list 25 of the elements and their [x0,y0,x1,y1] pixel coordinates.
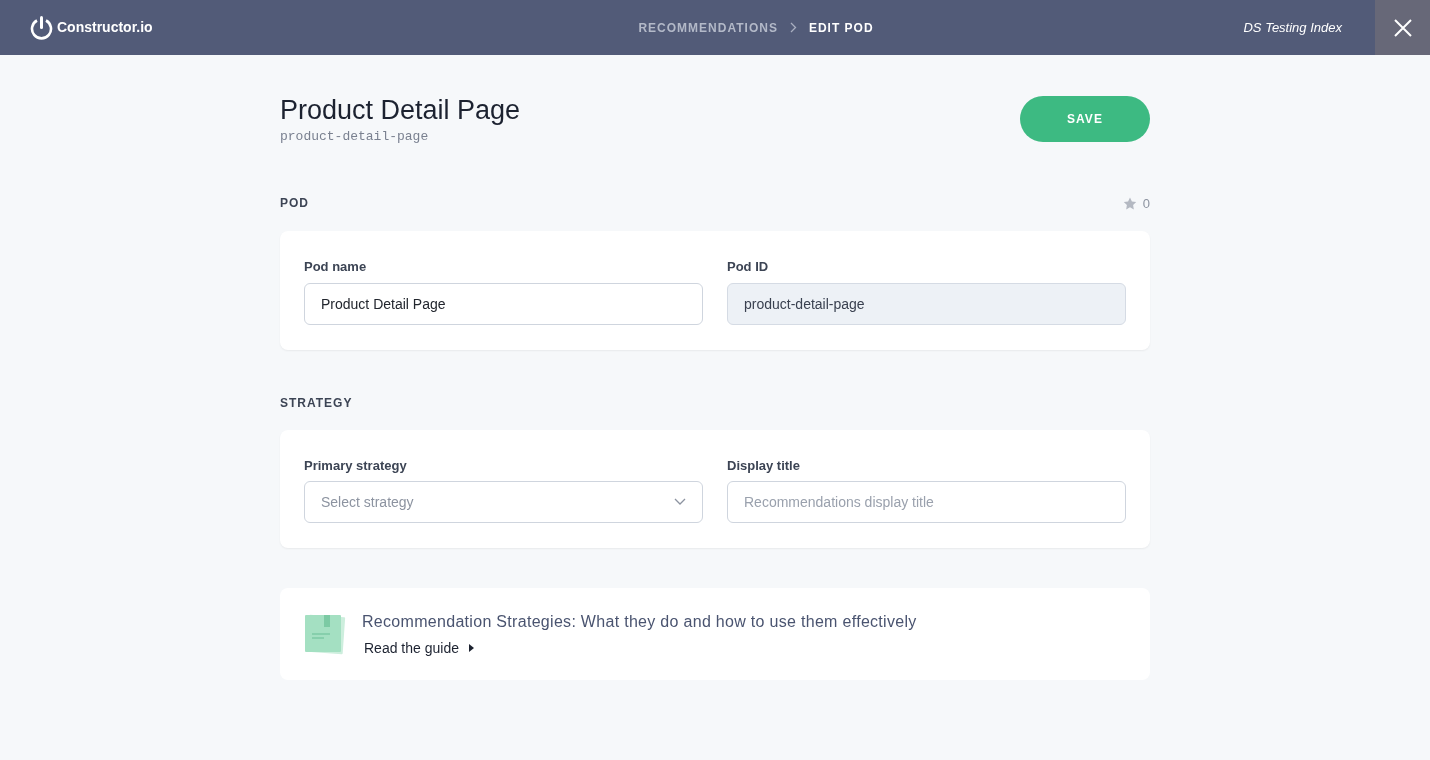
star-count: 0 [1142,194,1150,213]
power-logo-icon [30,14,53,41]
close-button[interactable] [1375,0,1430,55]
pod-slug: product-detail-page [280,128,430,146]
field-label: Pod ID [727,258,770,276]
document-icon [304,613,346,655]
field-label: Display title [727,456,801,475]
section-heading: STRATEGY [280,394,354,412]
breadcrumb-link[interactable]: EDIT POD [808,18,874,37]
chevron-right-icon [789,22,797,33]
field-label: Primary strategy [304,456,408,475]
guide-title: Recommendation Strategies: What they do and how to use them effectively [362,611,917,632]
close-icon [1393,18,1412,37]
text-input-field[interactable]: Recommendations display title [727,481,1126,523]
field-label: Pod name [304,258,368,276]
page-title: Product Detail Page [280,94,521,127]
read-guide-link[interactable]: Read the guide [362,637,917,659]
breadcrumb-link[interactable]: RECOMMENDATIONS [638,18,778,37]
chevron-down-icon [674,498,686,506]
star-icon[interactable] [1122,196,1137,210]
logo-text: Constructor.io [57,18,153,37]
caret-icon [468,644,474,652]
index-name: DS Testing Index [1242,18,1342,37]
section-heading: POD [280,195,309,213]
text-input-field[interactable]: Product Detail Page [304,282,703,325]
